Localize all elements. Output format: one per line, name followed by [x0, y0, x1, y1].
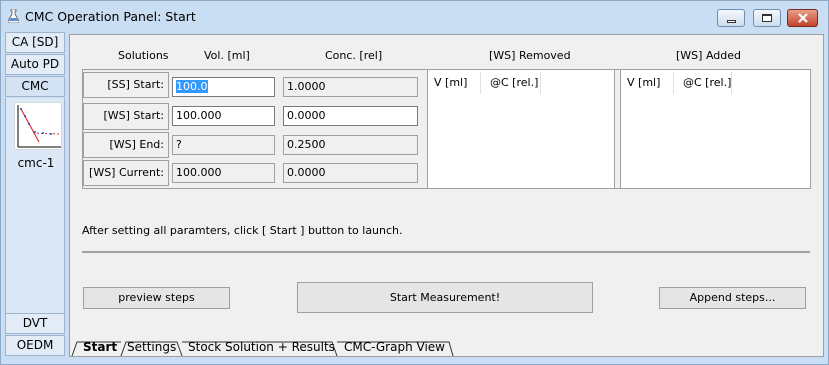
sidebar-item-ca-sd[interactable]: CA [SD]	[5, 32, 65, 53]
ss-start-label: [SS] Start:	[83, 72, 169, 98]
start-panel: Solutions Vol. [ml] Conc. [rel] [WS] Rem…	[69, 34, 824, 357]
title-bar[interactable]: CMC Operation Panel: Start	[1, 1, 828, 31]
tab-start[interactable]: Start	[79, 340, 121, 354]
tab-cmc-graph-view[interactable]: CMC-Graph View	[340, 340, 449, 354]
removed-concentration-column[interactable]: @C [rel.]	[490, 76, 538, 89]
close-button[interactable]	[787, 9, 818, 27]
sidebar-item-cmc[interactable]: CMC	[5, 76, 65, 97]
cmc-operation-window: CMC Operation Panel: Start CA [SD] Auto …	[0, 0, 829, 365]
tab-bar: Start Settings Stock Solution + Results …	[69, 338, 824, 358]
sidebar-thumbnail-panel: cmc-1	[5, 98, 65, 313]
ws-current-volume-field: 100.000	[172, 163, 275, 183]
concentration-header: Conc. [rel]	[325, 49, 383, 62]
maximize-icon	[762, 14, 772, 22]
ws-current-concentration-field: 0.0000	[283, 163, 418, 183]
cmc-graph-thumbnail[interactable]	[14, 102, 62, 150]
ws-end-label: [WS] End:	[83, 132, 169, 158]
sidebar-item-auto-pd[interactable]: Auto PD	[5, 54, 65, 75]
instruction-text: After setting all paramters, click [ Sta…	[82, 224, 403, 237]
window-title: CMC Operation Panel: Start	[25, 9, 196, 24]
ws-removed-list[interactable]: V [ml] @C [rel.]	[427, 69, 615, 189]
added-volume-column[interactable]: V [ml]	[627, 76, 660, 89]
app-icon	[8, 9, 19, 23]
ws-removed-header: [WS] Removed	[489, 49, 571, 62]
ws-added-header: [WS] Added	[676, 49, 741, 62]
tab-stock-solution-results[interactable]: Stock Solution + Results	[184, 340, 339, 354]
volume-header: Vol. [ml]	[204, 49, 250, 62]
cmc-plot-icon	[17, 105, 62, 148]
sidebar-item-oedm[interactable]: OEDM	[5, 335, 65, 356]
column-divider	[540, 72, 541, 94]
tab-settings[interactable]: Settings	[123, 340, 180, 354]
thumbnail-label: cmc-1	[17, 156, 55, 170]
ws-start-volume-input[interactable]: 100.000	[172, 106, 275, 126]
divider	[82, 251, 810, 253]
ss-start-volume-input[interactable]: 100.0	[172, 77, 275, 97]
minimize-icon	[726, 19, 736, 23]
maximize-button[interactable]	[753, 9, 781, 27]
removed-volume-column[interactable]: V [ml]	[434, 76, 467, 89]
ws-end-concentration-field: 0.2500	[283, 135, 418, 155]
sidebar-item-dvt[interactable]: DVT	[5, 313, 65, 334]
ws-start-label: [WS] Start:	[83, 103, 169, 130]
append-steps-button[interactable]: Append steps...	[659, 287, 806, 309]
ws-end-volume-field: ?	[172, 135, 275, 155]
start-measurement-button[interactable]: Start Measurement!	[297, 282, 593, 313]
ss-start-concentration-field: 1.0000	[283, 77, 418, 97]
solutions-header: Solutions	[118, 49, 169, 62]
added-concentration-column[interactable]: @C [rel.]	[683, 76, 731, 89]
ws-added-list[interactable]: V [ml] @C [rel.]	[620, 69, 811, 189]
sidebar: CA [SD] Auto PD CMC cmc-1 DVT OEDM	[3, 31, 65, 358]
minimize-button[interactable]	[717, 9, 745, 27]
preview-steps-button[interactable]: preview steps	[83, 287, 230, 309]
column-divider	[480, 72, 481, 94]
ws-current-label: [WS] Current:	[83, 160, 169, 186]
column-divider	[731, 72, 732, 94]
close-icon	[797, 13, 808, 23]
column-divider	[673, 72, 674, 94]
ws-start-concentration-input[interactable]: 0.0000	[283, 106, 418, 126]
